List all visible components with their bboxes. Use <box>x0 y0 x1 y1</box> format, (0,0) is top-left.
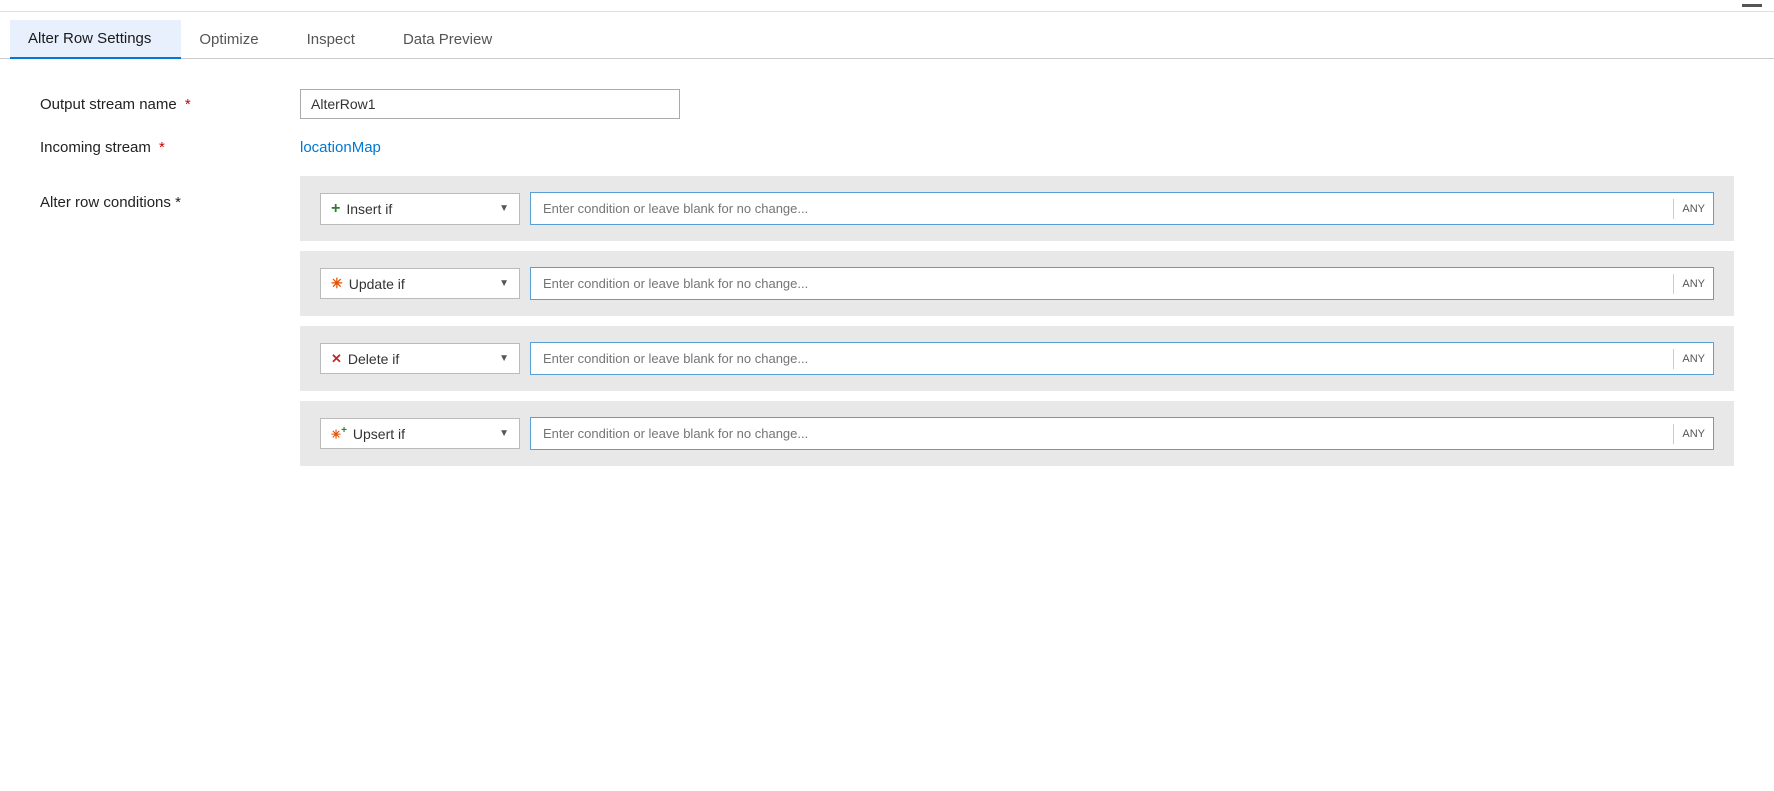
update-icon: ✳ <box>331 275 343 292</box>
conditions-list: + Insert if ▼ ANY ✳ Update if ▼ ANY ✕ Delete if ▼ A… <box>300 176 1734 466</box>
tab-inspect[interactable]: Inspect <box>289 21 385 58</box>
any-badge-delete: ANY <box>1673 349 1713 369</box>
condition-dropdown-delete[interactable]: ✕ Delete if ▼ <box>320 343 520 374</box>
insert-icon: + <box>331 200 340 218</box>
tab-bar: Alter Row Settings Optimize Inspect Data… <box>0 12 1774 59</box>
window-chrome <box>0 0 1774 12</box>
any-badge-upsert: ANY <box>1673 424 1713 444</box>
minimize-button[interactable] <box>1742 4 1762 7</box>
condition-label-upsert: Upsert if <box>353 426 405 442</box>
condition-dropdown-upsert[interactable]: ✳+ Upsert if ▼ <box>320 418 520 449</box>
chevron-down-icon-delete: ▼ <box>499 353 509 364</box>
condition-item-insert: + Insert if ▼ ANY <box>300 176 1734 241</box>
condition-label-delete: Delete if <box>348 351 399 367</box>
incoming-stream-required: * <box>159 139 165 156</box>
incoming-stream-value[interactable]: locationMap <box>300 139 381 156</box>
output-stream-required: * <box>185 96 191 113</box>
condition-input-wrapper-upsert: ANY <box>530 417 1714 450</box>
upsert-icon: ✳+ <box>331 425 347 442</box>
incoming-stream-label: Incoming stream * <box>40 139 300 156</box>
incoming-stream-row: Incoming stream * locationMap <box>40 139 1734 156</box>
chevron-down-icon-upsert: ▼ <box>499 428 509 439</box>
output-stream-row: Output stream name * <box>40 89 1734 119</box>
chevron-down-icon-insert: ▼ <box>499 203 509 214</box>
condition-input-update[interactable] <box>531 268 1673 299</box>
output-stream-input[interactable] <box>300 89 680 119</box>
condition-dropdown-insert[interactable]: + Insert if ▼ <box>320 193 520 225</box>
tab-optimize[interactable]: Optimize <box>181 21 288 58</box>
tab-alter-row-settings[interactable]: Alter Row Settings <box>10 20 181 59</box>
condition-dropdown-update[interactable]: ✳ Update if ▼ <box>320 268 520 299</box>
alter-row-conditions-label: Alter row conditions * <box>40 176 300 211</box>
condition-input-wrapper-delete: ANY <box>530 342 1714 375</box>
condition-input-wrapper-update: ANY <box>530 267 1714 300</box>
delete-icon: ✕ <box>331 350 342 367</box>
condition-item-update: ✳ Update if ▼ ANY <box>300 251 1734 316</box>
main-window: Alter Row Settings Optimize Inspect Data… <box>0 0 1774 791</box>
content-area: Output stream name * Incoming stream * l… <box>0 59 1774 791</box>
condition-input-delete[interactable] <box>531 343 1673 374</box>
condition-label-update: Update if <box>349 276 405 292</box>
alter-row-conditions-section: Alter row conditions * + Insert if ▼ ANY ✳ Up… <box>40 176 1734 466</box>
condition-item-delete: ✕ Delete if ▼ ANY <box>300 326 1734 391</box>
condition-label-insert: Insert if <box>346 201 392 217</box>
condition-input-wrapper-insert: ANY <box>530 192 1714 225</box>
tab-data-preview[interactable]: Data Preview <box>385 21 522 58</box>
output-stream-label: Output stream name * <box>40 96 300 113</box>
condition-item-upsert: ✳+ Upsert if ▼ ANY <box>300 401 1734 466</box>
chevron-down-icon-update: ▼ <box>499 278 509 289</box>
condition-input-upsert[interactable] <box>531 418 1673 449</box>
any-badge-insert: ANY <box>1673 199 1713 219</box>
any-badge-update: ANY <box>1673 274 1713 294</box>
condition-input-insert[interactable] <box>531 193 1673 224</box>
alter-row-conditions-required: * <box>175 194 181 211</box>
